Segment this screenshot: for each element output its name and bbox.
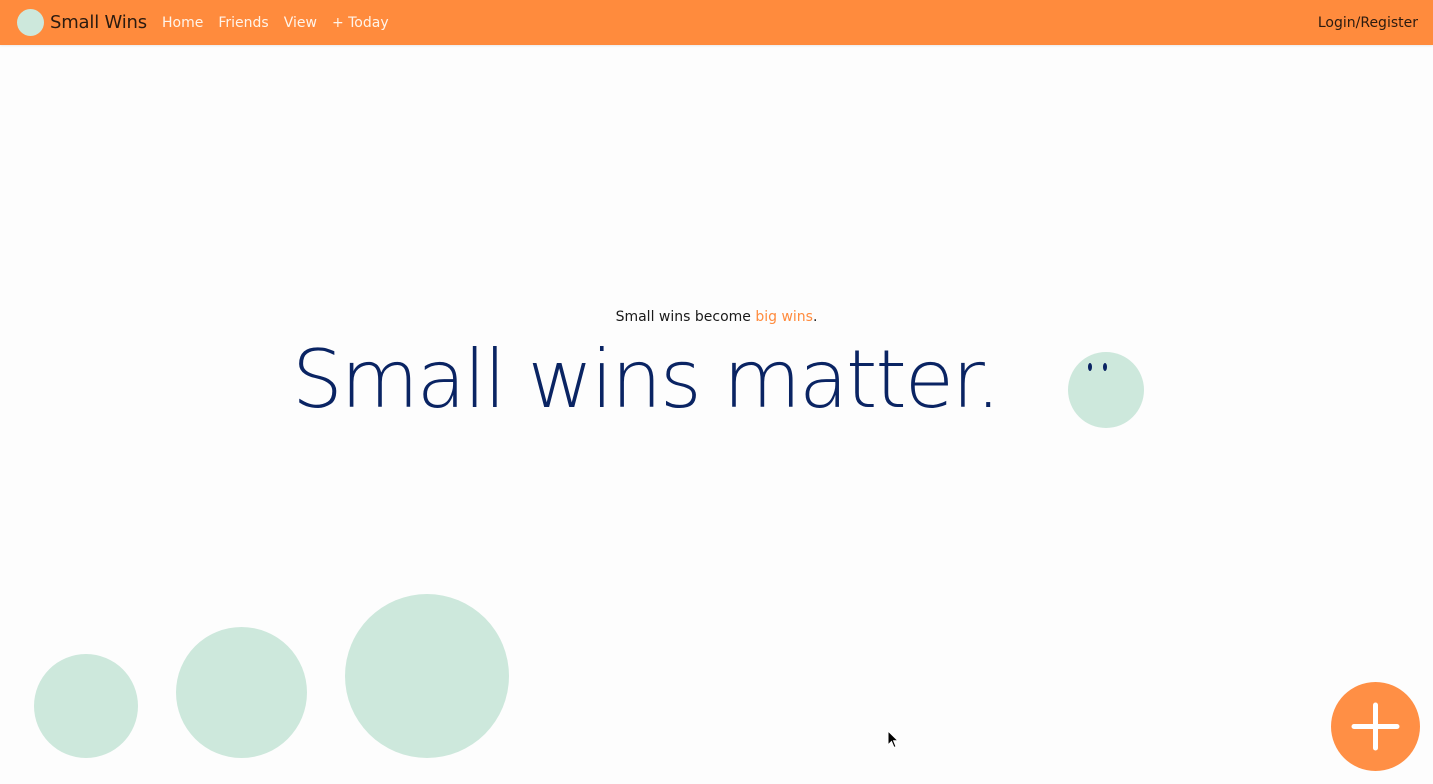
nav-link-friends[interactable]: Friends [218,15,268,31]
nav-link-home[interactable]: Home [162,15,203,31]
hero-tagline: Small wins become big wins. [0,309,1433,325]
nav-link-add-today[interactable]: + Today [332,15,389,31]
smiley-right-eye [1103,363,1107,371]
mint-circle-logo-icon [17,9,44,36]
nav-links: Home Friends View + Today [162,0,404,45]
tagline-suffix: . [812,309,818,325]
plus-icon [1351,702,1400,751]
nav-link-view[interactable]: View [284,15,317,31]
decorative-circle-large [345,594,509,758]
brand-name: Small Wins [50,12,147,33]
tagline-accent: big wins [755,309,813,325]
brand-link[interactable]: Small Wins [17,0,147,45]
hero-headline: Small wins matter. [292,333,1001,426]
login-register-link[interactable]: Login/Register [1318,0,1418,45]
top-navbar: Small Wins Home Friends View + Today Log… [0,0,1433,45]
decorative-circle-small [34,654,138,758]
decorative-circle-medium [176,627,307,758]
smiley-left-eye [1088,363,1092,371]
smiley-face-icon [1068,352,1144,428]
tagline-prefix: Small wins become [615,309,756,325]
add-win-fab-button[interactable] [1331,682,1420,771]
mouse-pointer-icon [887,730,899,749]
